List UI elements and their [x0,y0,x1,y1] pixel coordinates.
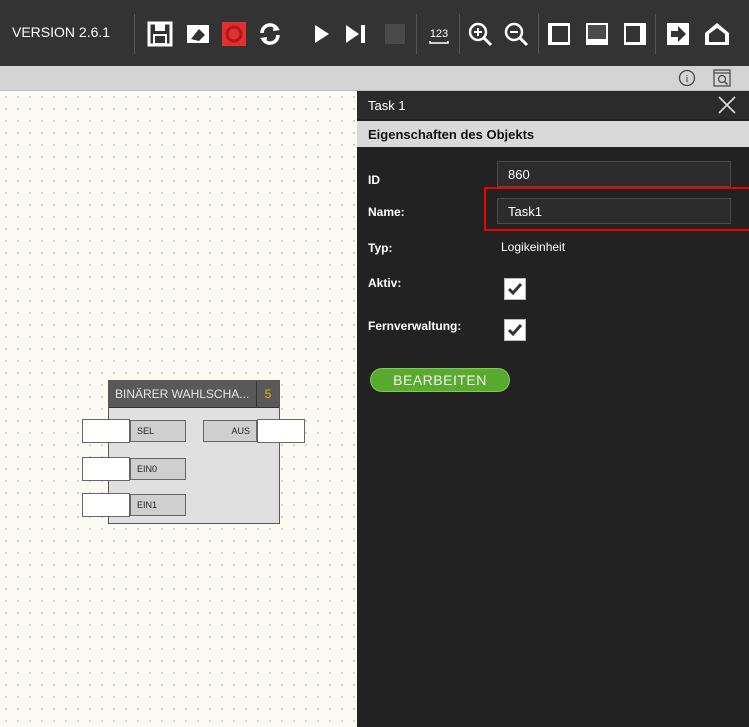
sub-toolbar: i [0,66,749,91]
close-icon[interactable] [717,95,737,115]
panel-left-icon[interactable] [545,20,573,48]
checkmark-icon [507,283,523,296]
panel-bottom-icon[interactable] [583,20,611,48]
search-page-icon[interactable] [713,69,731,87]
version-label: VERSION 2.6.1 [12,24,111,40]
export-icon[interactable] [664,20,692,48]
panel-title: Task 1 [368,98,406,113]
output-port-aus[interactable]: AUS [203,420,257,442]
toolbar-separator [134,14,135,54]
numbers-icon[interactable]: 123 [425,20,453,48]
input-port-ein1[interactable]: EIN1 [130,494,186,516]
input-port-sel[interactable]: SEL [130,420,186,442]
edit-button[interactable]: BEARBEITEN [370,368,510,392]
active-label: Aktiv: [368,276,402,290]
remote-label: Fernverwaltung: [368,319,462,333]
section-header: Eigenschaften des Objekts [357,121,749,147]
stop-icon[interactable] [381,20,409,48]
zoom-out-icon[interactable] [502,20,530,48]
input-connector-sel[interactable] [82,419,130,443]
highlight-box [484,187,749,231]
refresh-red-icon[interactable] [220,20,248,48]
input-port-ein0[interactable]: EIN0 [130,458,186,480]
name-label: Name: [368,205,405,219]
info-icon[interactable]: i [678,69,696,87]
section-title: Eigenschaften des Objekts [368,127,535,142]
main-toolbar: VERSION 2.6.1 123 [0,0,749,66]
toolbar-separator [538,14,539,54]
remote-checkbox[interactable] [504,319,526,341]
output-connector-aus[interactable] [257,419,305,443]
toolbar-separator [459,14,460,54]
id-label: ID [368,173,380,187]
sync-icon[interactable] [256,20,284,48]
checkmark-icon [507,324,523,337]
save-icon[interactable] [146,20,174,48]
block-title: BINÄRER WAHLSCHA... [115,387,250,401]
svg-text:i: i [685,73,688,85]
play-icon[interactable] [307,20,335,48]
panel-right-icon[interactable] [621,20,649,48]
type-value: Logikeinheit [501,240,566,254]
id-field[interactable] [497,161,731,187]
block-header: BINÄRER WAHLSCHA... 5 [109,381,279,408]
step-icon[interactable] [342,20,370,48]
active-checkbox[interactable] [504,278,526,300]
type-label: Typ: [368,241,393,255]
toolbar-separator [416,14,417,54]
toolbar-separator [655,14,656,54]
input-connector-ein1[interactable] [82,493,130,517]
panel-header: Task 1 [357,91,749,119]
numbers-label: 123 [430,28,448,40]
block-number: 5 [256,381,279,407]
zoom-in-icon[interactable] [466,20,494,48]
input-connector-ein0[interactable] [82,457,130,481]
home-icon[interactable] [703,20,731,48]
eraser-icon[interactable] [184,20,212,48]
